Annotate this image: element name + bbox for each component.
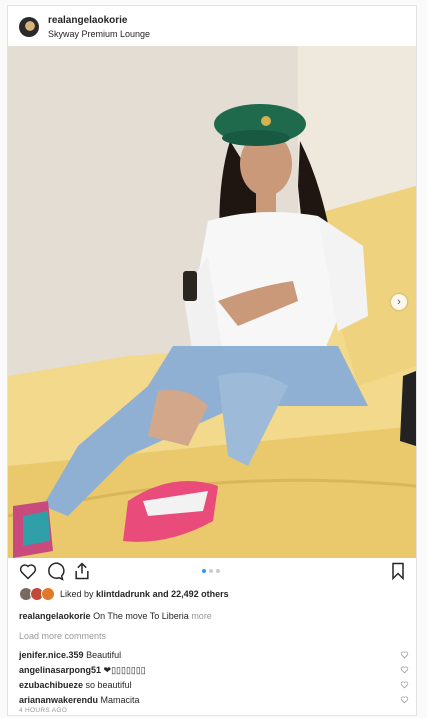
caption: realangelaokorie On The move To Liberia … (19, 611, 212, 621)
liker-avatar (41, 587, 55, 601)
comment-text: Mamacita (100, 695, 140, 705)
post-location[interactable]: Skyway Premium Lounge (48, 29, 150, 39)
comment-like-icon[interactable] (400, 665, 409, 674)
comment-item: jenifer.nice.359 Beautiful (19, 650, 409, 660)
comment-icon[interactable] (45, 561, 65, 581)
caption-more-link[interactable]: more (191, 611, 212, 621)
comment-text: ❤▯▯▯▯▯▯▯ (103, 665, 146, 675)
post-photo[interactable]: › (8, 46, 416, 558)
comment-like-icon[interactable] (400, 650, 409, 659)
comment-item: ariananwakerendu Mamacita (19, 695, 409, 705)
comment-like-icon[interactable] (400, 695, 409, 704)
caption-username[interactable]: realangelaokorie (19, 611, 91, 621)
bookmark-icon[interactable] (388, 561, 408, 581)
comment-username[interactable]: angelinasarpong51 (19, 665, 101, 675)
carousel-dot (216, 569, 220, 573)
carousel-dot (202, 569, 206, 573)
likes-row: Liked by klintdadrunk and 22,492 others (19, 586, 229, 602)
comment-username[interactable]: jenifer.nice.359 (19, 650, 84, 660)
caption-text: On The move To Liberia (93, 611, 189, 621)
post-timestamp[interactable]: 4 HOURS AGO (19, 707, 67, 714)
action-bar (8, 561, 416, 585)
carousel-indicator (202, 569, 220, 573)
carousel-dot (209, 569, 213, 573)
carousel-next-button[interactable]: › (391, 294, 407, 310)
likes-text: Liked by klintdadrunk and 22,492 others (60, 589, 229, 599)
likes-prefix: Liked by (60, 589, 94, 599)
avatar[interactable] (19, 17, 39, 37)
post-card: realangelaokorie Skyway Premium Lounge ›… (7, 5, 417, 716)
likes-others[interactable]: and 22,492 others (153, 589, 229, 599)
chevron-right-icon: › (397, 296, 401, 308)
load-more-comments[interactable]: Load more comments (19, 631, 106, 641)
comment-text: so beautiful (85, 680, 132, 690)
post-username[interactable]: realangelaokorie (48, 15, 127, 26)
heart-icon[interactable] (18, 561, 38, 581)
comment-username[interactable]: ezubachibueze (19, 680, 83, 690)
post-header: realangelaokorie Skyway Premium Lounge (8, 6, 416, 46)
share-icon[interactable] (72, 561, 92, 581)
likes-user[interactable]: klintdadrunk (96, 589, 150, 599)
comment-text: Beautiful (86, 650, 122, 660)
photo-illustration (8, 46, 416, 558)
comment-item: ezubachibueze so beautiful (19, 680, 409, 690)
comment-item: angelinasarpong51 ❤▯▯▯▯▯▯▯ (19, 665, 409, 676)
comment-username[interactable]: ariananwakerendu (19, 695, 98, 705)
comment-like-icon[interactable] (400, 680, 409, 689)
